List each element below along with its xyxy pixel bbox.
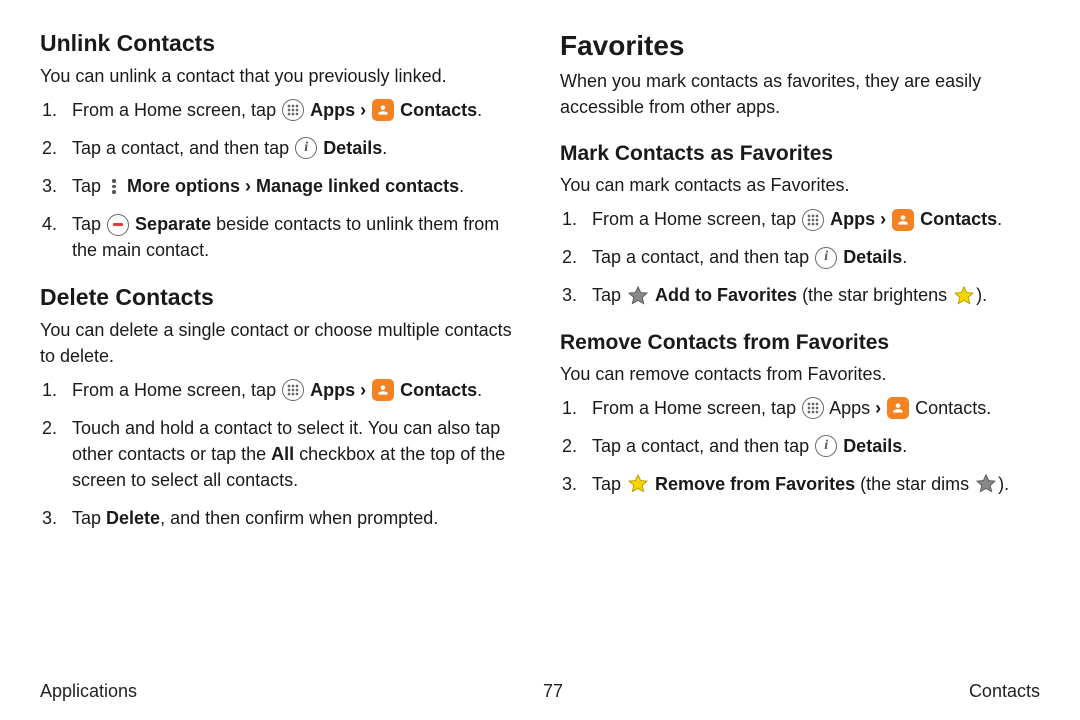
heading-delete-contacts: Delete Contacts bbox=[40, 284, 520, 311]
right-column: Favorites When you mark contacts as favo… bbox=[560, 30, 1040, 543]
mark-step-2: Tap a contact, and then tap i Details. bbox=[582, 244, 1040, 270]
separate-label: Separate bbox=[135, 214, 211, 234]
more-options-label: More options › Manage linked contacts bbox=[127, 176, 459, 196]
contacts-icon bbox=[887, 397, 909, 419]
text: , and then confirm when prompted. bbox=[160, 508, 438, 528]
mark-intro: You can mark contacts as Favorites. bbox=[560, 172, 1040, 198]
text: ). bbox=[976, 285, 987, 305]
apps-icon bbox=[802, 397, 824, 419]
remove-steps: From a Home screen, tap Apps › Contacts.… bbox=[560, 395, 1040, 497]
unlink-intro: You can unlink a contact that you previo… bbox=[40, 63, 520, 89]
delete-step-2: Touch and hold a contact to select it. Y… bbox=[62, 415, 520, 493]
text: . bbox=[986, 398, 991, 418]
page-number: 77 bbox=[543, 681, 563, 702]
heading-unlink-contacts: Unlink Contacts bbox=[40, 30, 520, 57]
contacts-label: Contacts bbox=[400, 100, 477, 120]
delete-step-1: From a Home screen, tap Apps › Contacts. bbox=[62, 377, 520, 403]
text: . bbox=[997, 209, 1002, 229]
apps-label: Apps bbox=[829, 398, 870, 418]
text: . bbox=[477, 380, 482, 400]
star-bright-icon bbox=[953, 285, 975, 307]
caret-icon: › bbox=[360, 380, 371, 400]
info-icon: i bbox=[295, 137, 317, 159]
favorites-intro: When you mark contacts as favorites, the… bbox=[560, 68, 1040, 120]
star-dim-icon bbox=[975, 473, 997, 495]
remove-step-3: Tap Remove from Favorites (the star dims… bbox=[582, 471, 1040, 497]
text: Tap bbox=[72, 176, 106, 196]
text: . bbox=[477, 100, 482, 120]
star-dim-icon bbox=[627, 285, 649, 307]
details-label: Details bbox=[843, 436, 902, 456]
text: (the star brightens bbox=[797, 285, 952, 305]
caret-icon: › bbox=[880, 209, 891, 229]
text: From a Home screen, tap bbox=[72, 100, 281, 120]
heading-mark-favorites: Mark Contacts as Favorites bbox=[560, 142, 1040, 166]
mark-step-3: Tap Add to Favorites (the star brightens… bbox=[582, 282, 1040, 308]
text: Tap bbox=[592, 285, 626, 305]
caret-icon: › bbox=[360, 100, 371, 120]
apps-icon bbox=[802, 209, 824, 231]
mark-step-1: From a Home screen, tap Apps › Contacts. bbox=[582, 206, 1040, 232]
unlink-steps: From a Home screen, tap Apps › Contacts.… bbox=[40, 97, 520, 263]
add-favorites-label: Add to Favorites bbox=[655, 285, 797, 305]
info-icon: i bbox=[815, 435, 837, 457]
unlink-step-1: From a Home screen, tap Apps › Contacts. bbox=[62, 97, 520, 123]
apps-label: Apps bbox=[310, 100, 355, 120]
text: From a Home screen, tap bbox=[72, 380, 281, 400]
text: . bbox=[902, 247, 907, 267]
contacts-icon bbox=[892, 209, 914, 231]
text: Tap bbox=[72, 508, 106, 528]
delete-steps: From a Home screen, tap Apps › Contacts.… bbox=[40, 377, 520, 531]
apps-icon bbox=[282, 379, 304, 401]
text: Tap bbox=[72, 214, 106, 234]
delete-label: Delete bbox=[106, 508, 160, 528]
contacts-icon bbox=[372, 379, 394, 401]
heading-favorites: Favorites bbox=[560, 30, 1040, 62]
text: ). bbox=[998, 474, 1009, 494]
text: Tap bbox=[592, 474, 626, 494]
text: (the star dims bbox=[855, 474, 974, 494]
caret-icon: › bbox=[875, 398, 886, 418]
text: Tap a contact, and then tap bbox=[72, 138, 294, 158]
text: From a Home screen, tap bbox=[592, 209, 801, 229]
mark-steps: From a Home screen, tap Apps › Contacts.… bbox=[560, 206, 1040, 308]
page-footer: Applications 77 Contacts bbox=[40, 681, 1040, 702]
apps-label: Apps bbox=[310, 380, 355, 400]
contacts-label: Contacts bbox=[400, 380, 477, 400]
star-bright-icon bbox=[627, 473, 649, 495]
remove-step-1: From a Home screen, tap Apps › Contacts. bbox=[582, 395, 1040, 421]
more-options-icon bbox=[107, 176, 121, 198]
text: Tap a contact, and then tap bbox=[592, 436, 814, 456]
all-label: All bbox=[271, 444, 294, 464]
unlink-step-3: Tap More options › Manage linked contact… bbox=[62, 173, 520, 199]
contacts-label: Contacts bbox=[915, 398, 986, 418]
details-label: Details bbox=[843, 247, 902, 267]
heading-remove-favorites: Remove Contacts from Favorites bbox=[560, 331, 1040, 355]
left-column: Unlink Contacts You can unlink a contact… bbox=[40, 30, 520, 543]
page-columns: Unlink Contacts You can unlink a contact… bbox=[40, 30, 1040, 543]
text: Tap a contact, and then tap bbox=[592, 247, 814, 267]
remove-intro: You can remove contacts from Favorites. bbox=[560, 361, 1040, 387]
unlink-step-4: Tap Separate beside contacts to unlink t… bbox=[62, 211, 520, 263]
text: . bbox=[902, 436, 907, 456]
apps-icon bbox=[282, 99, 304, 121]
apps-label: Apps bbox=[830, 209, 875, 229]
delete-step-3: Tap Delete, and then confirm when prompt… bbox=[62, 505, 520, 531]
remove-favorites-label: Remove from Favorites bbox=[655, 474, 855, 494]
text: From a Home screen, tap bbox=[592, 398, 801, 418]
contacts-label: Contacts bbox=[920, 209, 997, 229]
remove-step-2: Tap a contact, and then tap i Details. bbox=[582, 433, 1040, 459]
separate-icon bbox=[107, 214, 129, 236]
footer-right: Contacts bbox=[969, 681, 1040, 702]
footer-left: Applications bbox=[40, 681, 137, 702]
text: . bbox=[382, 138, 387, 158]
info-icon: i bbox=[815, 247, 837, 269]
unlink-step-2: Tap a contact, and then tap i Details. bbox=[62, 135, 520, 161]
contacts-icon bbox=[372, 99, 394, 121]
details-label: Details bbox=[323, 138, 382, 158]
delete-intro: You can delete a single contact or choos… bbox=[40, 317, 520, 369]
text: . bbox=[459, 176, 464, 196]
